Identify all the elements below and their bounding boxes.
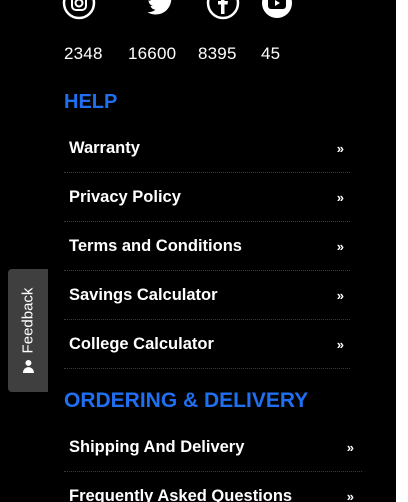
feedback-tab[interactable]: Feedback [8, 269, 48, 392]
ordering-delivery-heading: ORDERING & DELIVERY [64, 389, 309, 412]
menu-item-label: College Calculator [69, 334, 214, 353]
menu-item-faq[interactable]: Frequently Asked Questions » [64, 472, 362, 502]
footer-panel: 2348 16600 8395 45 HELP Warranty » Priva… [0, 0, 396, 502]
ordering-menu: Shipping And Delivery » Frequently Asked… [64, 423, 362, 502]
menu-item-terms-and-conditions[interactable]: Terms and Conditions » [64, 222, 350, 271]
instagram-icon[interactable] [62, 0, 96, 20]
menu-item-privacy-policy[interactable]: Privacy Policy » [64, 173, 350, 222]
menu-item-shipping-and-delivery[interactable]: Shipping And Delivery » [64, 423, 362, 472]
youtube-count: 45 [261, 44, 281, 63]
feedback-label: Feedback [19, 287, 37, 354]
menu-item-college-calculator[interactable]: College Calculator » [64, 320, 350, 369]
double-chevron-right-icon: » [336, 336, 344, 352]
help-heading: HELP [64, 91, 118, 113]
menu-item-savings-calculator[interactable]: Savings Calculator » [64, 271, 350, 320]
twitter-icon[interactable] [144, 0, 178, 20]
feedback-tab-content: Feedback [20, 288, 37, 374]
facebook-icon[interactable] [206, 0, 240, 20]
menu-item-label: Shipping And Delivery [69, 437, 245, 456]
help-menu: Warranty » Privacy Policy » Terms and Co… [64, 124, 350, 369]
double-chevron-right-icon: » [346, 488, 354, 502]
double-chevron-right-icon: » [346, 439, 354, 455]
menu-item-label: Privacy Policy [69, 187, 181, 206]
menu-item-warranty[interactable]: Warranty » [64, 124, 350, 173]
instagram-count: 2348 [64, 44, 103, 63]
double-chevron-right-icon: » [336, 189, 344, 205]
menu-item-label: Warranty [69, 138, 140, 157]
twitter-count: 16600 [128, 44, 177, 63]
menu-item-label: Terms and Conditions [69, 236, 242, 255]
double-chevron-right-icon: » [336, 238, 344, 254]
youtube-icon[interactable] [260, 0, 294, 20]
facebook-count: 8395 [198, 44, 237, 63]
social-counts: 2348 16600 8395 45 [64, 44, 291, 64]
double-chevron-right-icon: » [336, 287, 344, 303]
double-chevron-right-icon: » [336, 140, 344, 156]
menu-item-label: Frequently Asked Questions [69, 486, 293, 502]
menu-item-label: Savings Calculator [69, 285, 218, 304]
social-icons-row [62, 0, 294, 20]
person-icon [21, 359, 35, 373]
